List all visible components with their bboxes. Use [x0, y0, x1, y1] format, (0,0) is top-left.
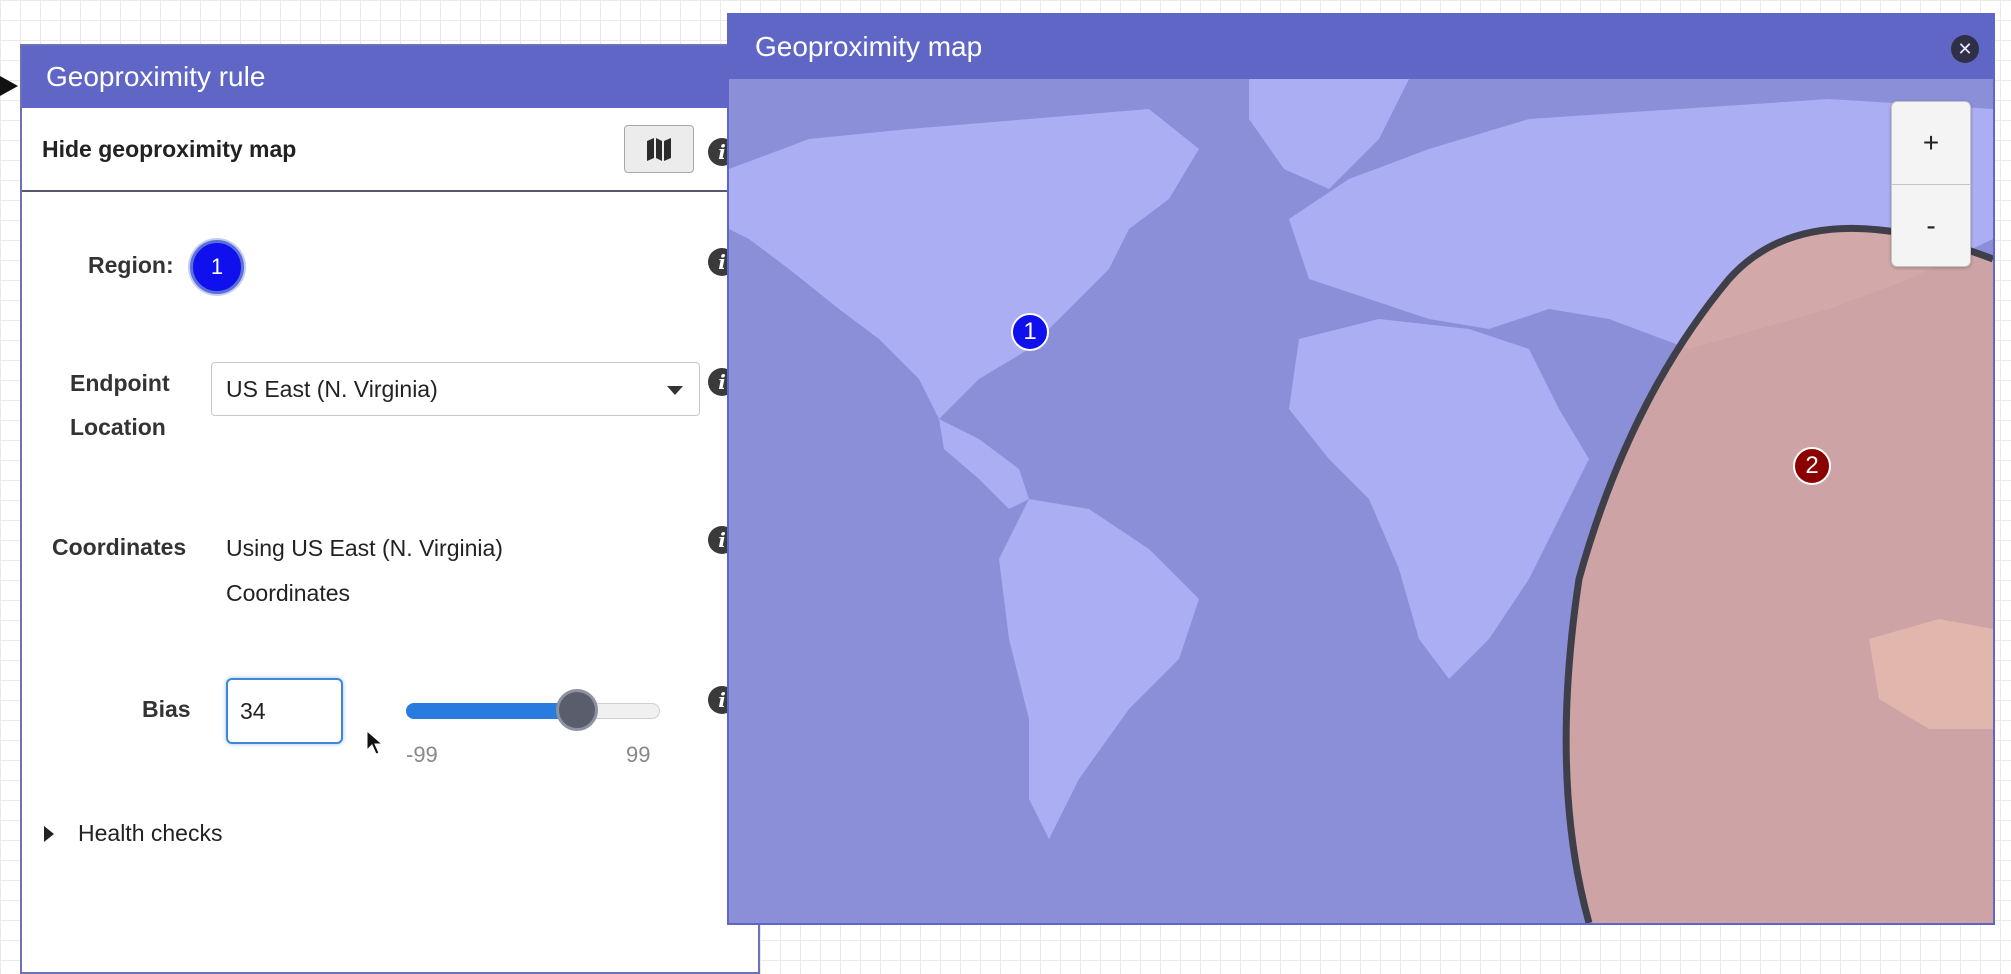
connector-arrow	[0, 76, 18, 96]
map-toggle-bar: Hide geoproximity map	[22, 108, 758, 192]
bias-label: Bias	[142, 696, 191, 722]
endpoint-location-select[interactable]: US East (N. Virginia)	[211, 362, 700, 416]
close-icon[interactable]: ✕	[1951, 35, 1979, 63]
coordinates-label: Coordinates	[52, 534, 187, 560]
hide-map-label: Hide geoproximity map	[42, 135, 297, 162]
world-map[interactable]: 1 2 + -	[729, 79, 1993, 923]
endpoint-location-value: US East (N. Virginia)	[226, 375, 438, 402]
map-window-header: Geoproximity map ✕	[729, 15, 1993, 79]
coordinates-text: Using US East (N. Virginia) Coordinates	[226, 526, 503, 616]
region-badge: 1	[190, 240, 244, 294]
geoproximity-map-window: Geoproximity map ✕ 1 2 + -	[727, 13, 1995, 925]
geoproximity-rule-panel: Geoproximity rule Hide geoproximity map …	[20, 44, 760, 974]
caret-right-icon	[44, 825, 54, 842]
coordinates-line2: Coordinates	[226, 580, 351, 606]
chevron-down-icon	[667, 386, 683, 395]
slider-max-label: 99	[626, 742, 651, 767]
zoom-out-button[interactable]: -	[1892, 185, 1970, 267]
endpoint-label-line1: Endpoint	[70, 370, 170, 396]
region-marker-2[interactable]: 2	[1793, 447, 1831, 485]
coordinates-line1: Using US East (N. Virginia)	[226, 535, 503, 561]
health-checks-toggle[interactable]: Health checks	[44, 820, 222, 847]
health-checks-label: Health checks	[78, 820, 223, 846]
map-icon	[647, 138, 671, 161]
world-map-graphic	[729, 79, 1993, 923]
mouse-cursor-icon	[366, 730, 384, 755]
slider-fill	[406, 703, 577, 719]
rule-panel-header: Geoproximity rule	[22, 46, 758, 108]
slider-min-label: -99	[406, 742, 438, 767]
slider-thumb[interactable]	[555, 689, 598, 731]
map-window-title: Geoproximity map	[755, 31, 983, 62]
region-marker-1[interactable]: 1	[1011, 313, 1049, 351]
rule-panel-title: Geoproximity rule	[46, 61, 266, 92]
zoom-in-button[interactable]: +	[1892, 102, 1970, 185]
bias-input[interactable]	[226, 678, 343, 744]
map-toggle-button[interactable]	[624, 125, 694, 173]
endpoint-label-line2: Location	[70, 414, 166, 440]
region-label: Region:	[88, 252, 174, 278]
bias-slider[interactable]	[406, 689, 660, 731]
zoom-control: + -	[1891, 101, 1971, 267]
